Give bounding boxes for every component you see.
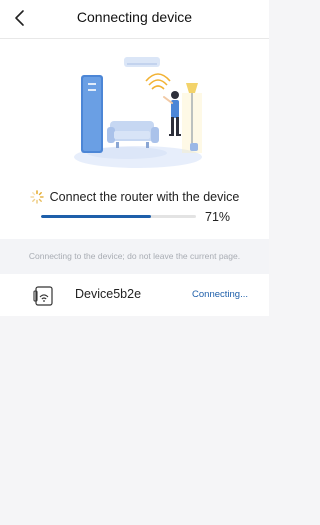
progress-bar-fill	[41, 215, 152, 218]
progress-panel: Connect the router with the device 71%	[0, 39, 269, 239]
hint-banner: Connecting to the device; do not leave t…	[0, 239, 269, 274]
router-wifi-icon	[33, 286, 53, 306]
connection-status: Connect the router with the device	[0, 190, 269, 204]
loading-spinner-icon	[29, 190, 44, 204]
status-text: Connect the router with the device	[49, 190, 240, 204]
hint-text: Connecting to the device; do not leave t…	[28, 251, 241, 261]
device-name: Device5b2e	[75, 287, 142, 301]
top-bar: Connecting device	[0, 0, 269, 38]
connection-illustration	[74, 57, 202, 168]
progress-percent: 71%	[205, 210, 231, 224]
page-title: Connecting device	[76, 9, 193, 25]
device-connection-status: Connecting...	[192, 289, 248, 300]
progress-bar	[41, 215, 196, 218]
device-list-item[interactable]: Device5b2e Connecting...	[0, 274, 269, 316]
